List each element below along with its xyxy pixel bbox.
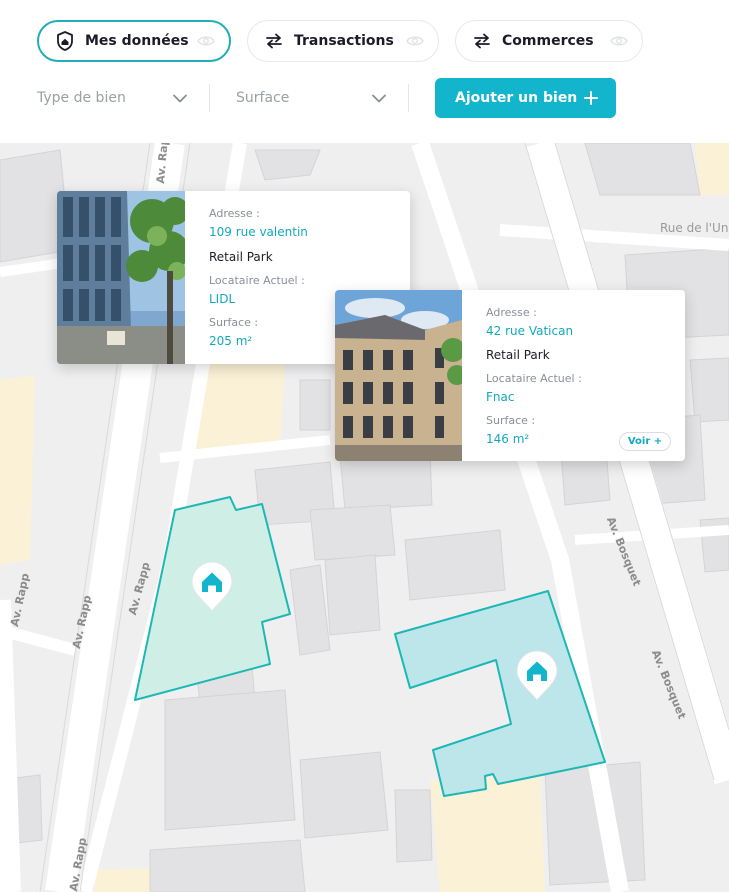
property-pin[interactable] [190,561,234,613]
type-de-bien-placeholder: Type de bien [37,90,126,106]
voir-plus-button[interactable]: Voir + [619,432,671,451]
tab-transactions[interactable]: Transactions [247,20,439,62]
toolbar: Mes données Transactions Commerces Type … [0,0,729,143]
property-type: Retail Park [209,250,273,264]
add-property-label: Ajouter un bien [455,90,578,106]
surface-placeholder: Surface [236,90,290,106]
surface-select[interactable]: Surface [236,80,386,116]
eye-icon[interactable] [406,35,424,47]
tab-label: Commerces [502,33,594,49]
divider [209,84,210,112]
address-value: 42 rue Vatican [486,324,574,338]
surface-label: Surface : [486,414,536,427]
property-pin[interactable] [515,650,559,702]
property-type: Retail Park [486,348,550,362]
home-pin-icon [516,650,558,701]
divider [408,84,409,112]
shield-home-icon [55,31,75,51]
chevron-down-icon [372,91,386,107]
swap-arrows-icon [472,31,492,51]
swap-arrows-icon [264,31,284,51]
tab-label: Mes données [85,33,189,49]
street-label: Rue de l'Un [660,221,729,235]
map[interactable]: Av. Rapp Av. Rapp Av. Rapp Av. Rapp Av. … [0,143,729,892]
address-label: Adresse : [209,207,260,220]
tab-commerces[interactable]: Commerces [455,20,643,62]
plus-icon [584,91,598,105]
address-value: 109 rue valentin [209,225,308,239]
eye-icon[interactable] [610,35,628,47]
property-info: Adresse : 42 rue Vatican Retail Park Loc… [462,290,685,461]
tenant-value: Fnac [486,390,515,404]
tab-label: Transactions [294,33,394,49]
add-property-button[interactable]: Ajouter un bien [435,78,616,118]
type-de-bien-select[interactable]: Type de bien [37,80,187,116]
tenant-label: Locataire Actuel : [486,372,582,385]
home-pin-icon [191,561,233,612]
chevron-down-icon [173,91,187,107]
address-label: Adresse : [486,306,537,319]
tab-mes-donnees[interactable]: Mes données [37,20,231,62]
tenant-label: Locataire Actuel : [209,274,305,287]
property-card[interactable]: Adresse : 42 rue Vatican Retail Park Loc… [335,290,685,461]
eye-icon[interactable] [197,35,215,47]
property-photo [335,290,462,461]
property-photo [57,191,185,364]
